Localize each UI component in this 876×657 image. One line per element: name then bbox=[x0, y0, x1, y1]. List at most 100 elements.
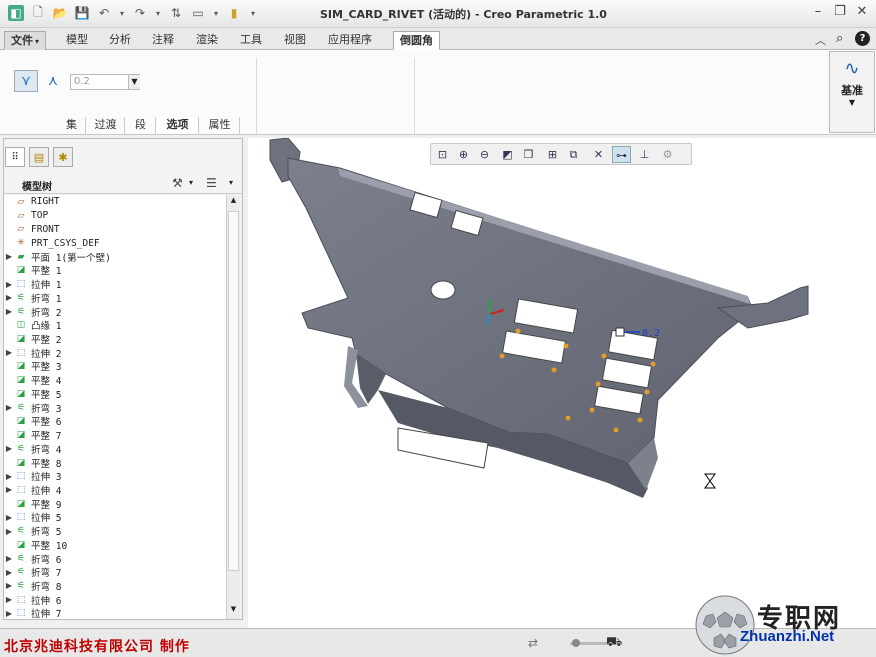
datum-display-icon[interactable]: ✕ bbox=[589, 146, 608, 163]
expand-arrow-icon[interactable]: ▶ bbox=[4, 581, 14, 590]
tree-row[interactable]: ▱ TOP bbox=[4, 209, 226, 223]
undo-dropdown-icon[interactable]: ▾ bbox=[118, 5, 126, 21]
graphics-window[interactable]: 0.2 bbox=[248, 137, 876, 628]
csys-display-icon[interactable]: ⊶ bbox=[612, 146, 631, 163]
expand-arrow-icon[interactable]: ▶ bbox=[4, 554, 14, 563]
subtab-properties[interactable]: 属性 bbox=[200, 117, 240, 134]
find-icon[interactable]: ⛟ bbox=[606, 635, 622, 652]
tab-model[interactable]: 模型 bbox=[60, 31, 94, 50]
zoom-out-icon[interactable]: ⊖ bbox=[475, 146, 494, 163]
annotation-display-icon[interactable]: ⊥ bbox=[635, 146, 654, 163]
radius-dropdown-icon[interactable]: ▼ bbox=[128, 75, 140, 89]
tab-analysis[interactable]: 分析 bbox=[103, 31, 137, 50]
tree-row[interactable]: ▶ ⬚ 拉伸 5 bbox=[4, 511, 226, 524]
model-tree-tab-icon[interactable]: ⠿ bbox=[5, 147, 25, 167]
redo-icon[interactable]: ↷ bbox=[132, 5, 148, 21]
tab-file[interactable]: 文件 ▾ bbox=[4, 31, 47, 50]
tree-row[interactable]: ▶ ⚟ 折弯 7 bbox=[4, 565, 226, 579]
restore-icon[interactable]: ❐ bbox=[830, 4, 850, 22]
tree-row[interactable]: ▶ ⚟ 折弯 3 bbox=[4, 401, 226, 415]
zoom-in-icon[interactable]: ⊕ bbox=[454, 146, 473, 163]
tree-row[interactable]: ◪ 平整 9 bbox=[4, 497, 226, 511]
tree-row[interactable]: ▶ ⬚ 拉伸 6 bbox=[4, 593, 226, 607]
close-window-icon[interactable]: ▮ bbox=[226, 5, 242, 21]
expand-arrow-icon[interactable]: ▶ bbox=[4, 403, 14, 412]
expand-arrow-icon[interactable]: ▶ bbox=[4, 472, 14, 481]
regenerate-icon[interactable]: ⇅ bbox=[168, 5, 184, 21]
minimize-icon[interactable]: – bbox=[808, 4, 828, 22]
tree-row[interactable]: ▶ ⚟ 折弯 1 bbox=[4, 291, 226, 305]
spin-center-icon[interactable]: ⚙ bbox=[658, 146, 677, 163]
subtab-options[interactable]: 选项 bbox=[157, 117, 199, 134]
view-manager-icon[interactable]: ⧉ bbox=[564, 146, 583, 163]
show-dropdown-icon[interactable]: ▾ bbox=[229, 178, 233, 187]
expand-arrow-icon[interactable]: ▶ bbox=[4, 609, 14, 618]
tree-row[interactable]: ▶ ⬚ 拉伸 4 bbox=[4, 483, 226, 497]
expand-arrow-icon[interactable]: ▶ bbox=[4, 485, 14, 494]
repaint-icon[interactable]: ◩ bbox=[498, 146, 517, 163]
tree-row[interactable]: ◪ 平整 10 bbox=[4, 538, 226, 552]
help-icon[interactable]: ? bbox=[855, 31, 870, 46]
expand-arrow-icon[interactable]: ▶ bbox=[4, 444, 14, 453]
redo-dropdown-icon[interactable]: ▾ bbox=[154, 5, 162, 21]
subtab-transitions[interactable]: 过渡 bbox=[87, 117, 125, 134]
tree-row[interactable]: ▶ ⬚ 拉伸 1 bbox=[4, 277, 226, 291]
tab-round[interactable]: 倒圆角 bbox=[393, 31, 440, 50]
tab-annotate[interactable]: 注释 bbox=[146, 31, 180, 50]
new-file-icon[interactable]: 🗋 bbox=[30, 5, 46, 21]
transition-mode-icon[interactable]: ⋏ bbox=[42, 70, 64, 92]
expand-arrow-icon[interactable]: ▶ bbox=[4, 252, 14, 261]
show-icon[interactable]: ☰ bbox=[206, 176, 217, 190]
display-style-icon[interactable]: ❒ bbox=[519, 146, 538, 163]
folder-browser-tab-icon[interactable]: ▤ bbox=[29, 147, 49, 167]
tree-row[interactable]: ◪ 平整 8 bbox=[4, 456, 226, 470]
windows-icon[interactable]: ▭ bbox=[190, 5, 206, 21]
datum-group[interactable]: ∿ 基准 ▼ bbox=[829, 51, 875, 133]
favorites-tab-icon[interactable]: ✱ bbox=[53, 147, 73, 167]
tab-applications[interactable]: 应用程序 bbox=[322, 31, 378, 50]
filter-icon[interactable]: ⇄ bbox=[528, 636, 538, 650]
tab-render[interactable]: 渲染 bbox=[190, 31, 224, 50]
refit-icon[interactable]: ⊡ bbox=[433, 146, 452, 163]
expand-arrow-icon[interactable]: ▶ bbox=[4, 568, 14, 577]
customize-toolbar-icon[interactable]: ▾ bbox=[248, 5, 258, 21]
expand-arrow-icon[interactable]: ▶ bbox=[4, 527, 14, 536]
tree-row[interactable]: ◪ 平整 6 bbox=[4, 415, 226, 428]
subtab-sets[interactable]: 集 bbox=[58, 117, 86, 134]
expand-arrow-icon[interactable]: ▶ bbox=[4, 348, 14, 357]
tree-row[interactable]: ▶ ⬚ 拉伸 3 bbox=[4, 469, 226, 483]
expand-arrow-icon[interactable]: ▶ bbox=[4, 513, 14, 522]
tree-row[interactable]: ◪ 平整 5 bbox=[4, 387, 226, 401]
tree-row[interactable]: ▶ ▰ 平面 1(第一个壁) bbox=[4, 250, 226, 264]
model-tree-list[interactable]: ▱ RIGHT ▱ TOP ▱ FRONT ✳ PRT_CSYS_DEF ▶ ▰ 平面 1(第一个壁… bbox=[4, 195, 226, 619]
tree-row[interactable]: ▶ ⬚ 拉伸 7 bbox=[4, 607, 226, 619]
tree-row[interactable]: ▱ FRONT bbox=[4, 222, 226, 236]
scroll-up-icon[interactable]: ▲ bbox=[228, 196, 239, 207]
expand-arrow-icon[interactable]: ▶ bbox=[4, 307, 14, 316]
sheetmetal-model[interactable]: 0.2 bbox=[248, 137, 876, 628]
settings-dropdown-icon[interactable]: ▾ bbox=[189, 178, 193, 187]
tree-row[interactable]: ▱ RIGHT bbox=[4, 195, 226, 209]
tree-row[interactable]: ▶ ⚟ 折弯 2 bbox=[4, 305, 226, 319]
tree-row[interactable]: ▶ ⚟ 折弯 5 bbox=[4, 524, 226, 538]
close-icon[interactable]: ✕ bbox=[852, 4, 872, 22]
subtab-pieces[interactable]: 段 bbox=[126, 117, 156, 134]
tree-row[interactable]: ◫ 凸缘 1 bbox=[4, 318, 226, 332]
tree-row[interactable]: ◪ 平整 1 bbox=[4, 264, 226, 277]
scroll-thumb[interactable] bbox=[228, 211, 239, 571]
expand-arrow-icon[interactable]: ▶ bbox=[4, 293, 14, 302]
tree-row[interactable]: ▶ ⚟ 折弯 8 bbox=[4, 579, 226, 593]
tab-tools[interactable]: 工具 bbox=[234, 31, 268, 50]
tree-row[interactable]: ▶ ⚟ 折弯 4 bbox=[4, 442, 226, 456]
model-tree-scrollbar[interactable]: ▲ ▼ bbox=[226, 195, 240, 619]
round-set-mode-icon[interactable]: ⋎ bbox=[14, 70, 38, 92]
tree-row[interactable]: ◪ 平整 4 bbox=[4, 373, 226, 387]
ribbon-expand-icon[interactable]: ︿ bbox=[815, 32, 826, 48]
windows-dropdown-icon[interactable]: ▾ bbox=[212, 5, 220, 21]
tree-row[interactable]: ◪ 平整 3 bbox=[4, 360, 226, 373]
tree-row[interactable]: ✳ PRT_CSYS_DEF bbox=[4, 236, 226, 250]
scroll-down-icon[interactable]: ▼ bbox=[228, 605, 239, 616]
open-file-icon[interactable]: 📂 bbox=[52, 5, 68, 21]
expand-arrow-icon[interactable]: ▶ bbox=[4, 595, 14, 604]
save-icon[interactable]: 💾 bbox=[74, 5, 90, 21]
